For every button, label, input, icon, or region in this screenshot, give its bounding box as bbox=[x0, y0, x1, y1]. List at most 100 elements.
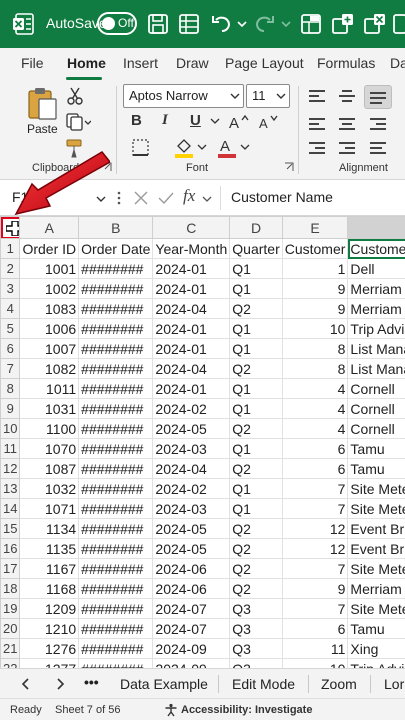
align-right-icon[interactable] bbox=[370, 118, 386, 130]
fill-color-icon[interactable] bbox=[174, 136, 194, 158]
autosave-toggle[interactable]: Off bbox=[97, 12, 137, 35]
cell[interactable]: 1001 bbox=[19, 258, 80, 279]
cell[interactable]: 1209 bbox=[19, 598, 80, 619]
column-header[interactable] bbox=[347, 216, 405, 239]
tab-home[interactable]: Home bbox=[67, 55, 106, 71]
cell[interactable]: ######## bbox=[78, 518, 154, 539]
cell[interactable]: 2024-01 bbox=[152, 378, 231, 399]
cell[interactable]: Q1 bbox=[229, 478, 283, 499]
cell[interactable]: ######## bbox=[78, 318, 154, 339]
cell[interactable]: ######## bbox=[78, 418, 154, 439]
row-header[interactable]: 22 bbox=[0, 658, 21, 668]
row-header[interactable]: 21 bbox=[0, 638, 21, 659]
cell[interactable]: Order Date bbox=[78, 238, 154, 259]
italic-button[interactable]: I bbox=[162, 112, 168, 129]
cell[interactable]: 2024-03 bbox=[152, 438, 231, 459]
cell[interactable]: 2024-01 bbox=[152, 258, 231, 279]
cell[interactable]: Trip Advis bbox=[347, 658, 405, 668]
cell[interactable]: ######## bbox=[78, 638, 154, 659]
cell[interactable]: 7 bbox=[281, 498, 349, 519]
align-center-icon[interactable] bbox=[339, 118, 355, 130]
row-header[interactable]: 1 bbox=[0, 238, 21, 259]
cell[interactable]: Q2 bbox=[229, 418, 283, 439]
cell[interactable]: Q1 bbox=[229, 258, 283, 279]
row-header[interactable]: 6 bbox=[0, 338, 21, 359]
cell[interactable]: Q2 bbox=[229, 298, 283, 319]
cell[interactable]: Q2 bbox=[229, 358, 283, 379]
undo-icon[interactable] bbox=[208, 11, 234, 37]
sheet-view-icon[interactable] bbox=[176, 11, 202, 37]
cell[interactable]: 2024-01 bbox=[152, 278, 231, 299]
cell[interactable]: 1 bbox=[281, 258, 349, 279]
cell[interactable]: ######## bbox=[78, 338, 154, 359]
cell[interactable]: Merriam W bbox=[347, 578, 405, 599]
cell[interactable]: 4 bbox=[281, 418, 349, 439]
formula-input[interactable]: Customer Name bbox=[220, 186, 405, 210]
cell[interactable]: 2024-03 bbox=[152, 498, 231, 519]
cell[interactable]: 8 bbox=[281, 338, 349, 359]
cell[interactable]: 2024-06 bbox=[152, 578, 231, 599]
cell[interactable]: 1083 bbox=[19, 298, 80, 319]
cell[interactable]: 1100 bbox=[19, 418, 80, 439]
cell[interactable]: 1002 bbox=[19, 278, 80, 299]
column-header[interactable]: E bbox=[281, 216, 349, 239]
cell[interactable]: Site Mete bbox=[347, 478, 405, 499]
cell[interactable]: 7 bbox=[281, 598, 349, 619]
row-header[interactable]: 3 bbox=[0, 278, 21, 299]
save-icon[interactable] bbox=[145, 11, 171, 37]
cell[interactable]: 1007 bbox=[19, 338, 80, 359]
cell[interactable]: Quarter bbox=[229, 238, 283, 259]
cell[interactable]: Cornell bbox=[347, 418, 405, 439]
cell[interactable]: Event Brit bbox=[347, 518, 405, 539]
cell[interactable]: 12 bbox=[281, 518, 349, 539]
cell[interactable]: Merriam W bbox=[347, 278, 405, 299]
cell[interactable]: Site Mete bbox=[347, 498, 405, 519]
paste-label[interactable]: Paste bbox=[27, 122, 58, 136]
cell[interactable]: Site Mete bbox=[347, 558, 405, 579]
cell[interactable]: 11 bbox=[281, 638, 349, 659]
more-sheets-button[interactable]: ••• bbox=[84, 674, 99, 690]
cell[interactable]: Q1 bbox=[229, 398, 283, 419]
chevron-left-icon[interactable] bbox=[20, 677, 32, 691]
bottom-align-icon[interactable] bbox=[370, 92, 386, 104]
underline-dropdown-icon[interactable] bbox=[210, 116, 220, 126]
cell[interactable]: 4 bbox=[281, 378, 349, 399]
font-size-box[interactable]: 11 bbox=[246, 84, 290, 108]
undo-dropdown-icon[interactable] bbox=[236, 11, 248, 37]
cell[interactable]: 6 bbox=[281, 438, 349, 459]
enter-check-icon[interactable] bbox=[158, 190, 174, 206]
cell[interactable]: 1087 bbox=[19, 458, 80, 479]
cell[interactable]: Q2 bbox=[229, 558, 283, 579]
row-header[interactable]: 20 bbox=[0, 618, 21, 639]
column-header[interactable]: D bbox=[229, 216, 283, 239]
row-header[interactable]: 16 bbox=[0, 538, 21, 559]
sheet-tab-lor[interactable]: Lor bbox=[384, 676, 404, 692]
row-header[interactable]: 2 bbox=[0, 258, 21, 279]
sheet-tab-edit-mode[interactable]: Edit Mode bbox=[232, 676, 295, 692]
chevron-down-icon[interactable] bbox=[202, 194, 212, 204]
cell[interactable]: Q2 bbox=[229, 458, 283, 479]
status-accessibility[interactable]: Accessibility: Investigate bbox=[181, 704, 312, 716]
cell[interactable]: ######## bbox=[78, 458, 154, 479]
row-header[interactable]: 5 bbox=[0, 318, 21, 339]
column-header[interactable]: A bbox=[19, 216, 80, 239]
cell[interactable]: 10 bbox=[281, 318, 349, 339]
cell[interactable]: 2024-02 bbox=[152, 398, 231, 419]
cell[interactable]: ######## bbox=[78, 398, 154, 419]
cell[interactable]: 2024-05 bbox=[152, 538, 231, 559]
cell[interactable]: Q1 bbox=[229, 318, 283, 339]
row-header[interactable]: 15 bbox=[0, 518, 21, 539]
fill-color-dropdown-icon[interactable] bbox=[197, 142, 207, 152]
underline-button[interactable]: U bbox=[190, 112, 201, 129]
more-vertical-icon[interactable] bbox=[116, 190, 122, 206]
cell[interactable]: Xing bbox=[347, 638, 405, 659]
cell[interactable]: ######## bbox=[78, 498, 154, 519]
cell[interactable]: Year-Month bbox=[152, 238, 231, 259]
cell[interactable]: 2024-06 bbox=[152, 558, 231, 579]
wrap-text-icon[interactable] bbox=[370, 142, 386, 154]
cell[interactable]: Q3 bbox=[229, 618, 283, 639]
cell[interactable]: ######## bbox=[78, 258, 154, 279]
cell[interactable]: 1277 bbox=[19, 658, 80, 668]
row-header[interactable]: 7 bbox=[0, 358, 21, 379]
cell[interactable]: Cornell bbox=[347, 378, 405, 399]
